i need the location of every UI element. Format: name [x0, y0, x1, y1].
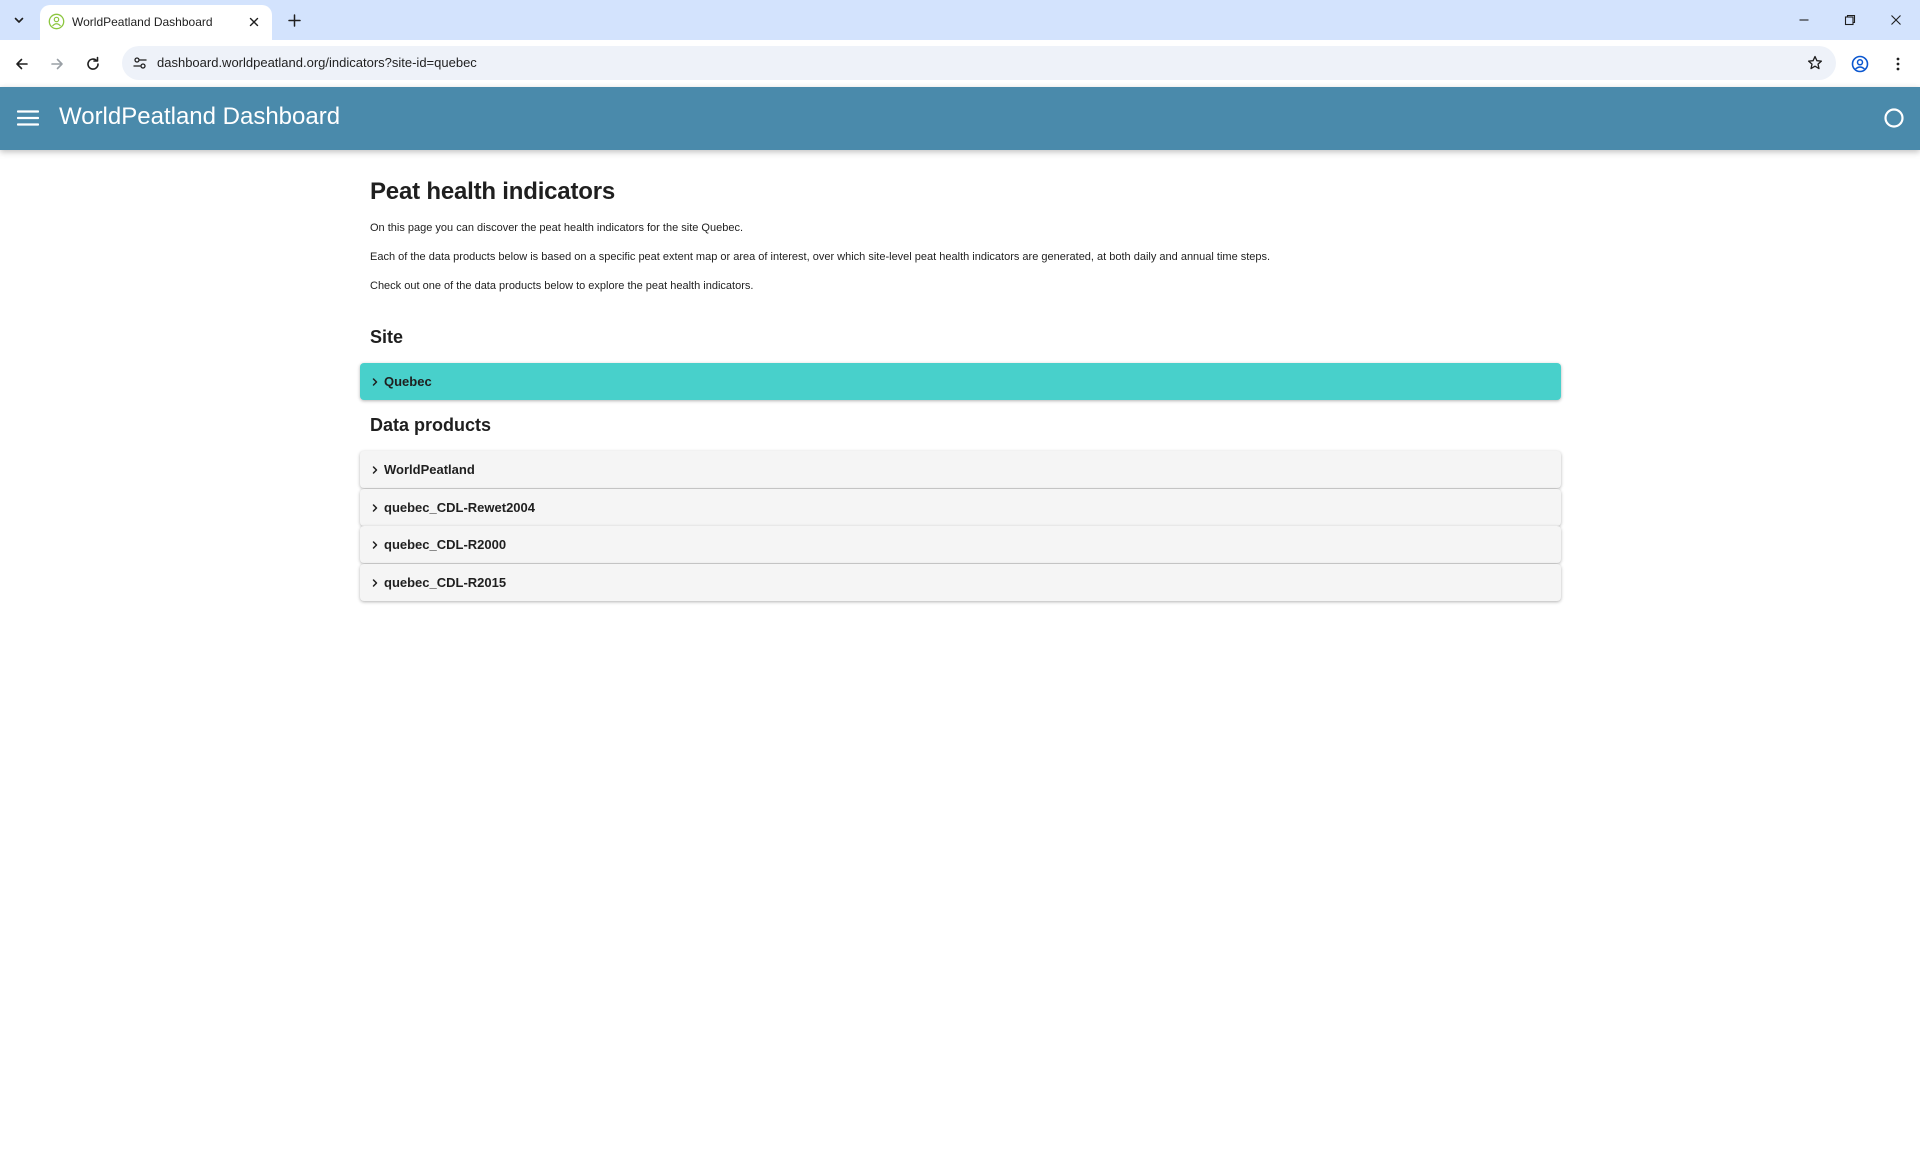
instruction-paragraph: Check out one of the data products below…	[370, 280, 754, 292]
back-button[interactable]	[8, 50, 36, 78]
intro-paragraph: On this page you can discover the peat h…	[370, 222, 744, 234]
app-header: WorldPeatland Dashboard	[0, 87, 1920, 150]
bookmark-button[interactable]	[1804, 52, 1826, 74]
chevron-right-icon	[368, 377, 382, 387]
profile-icon	[1851, 55, 1869, 73]
product-accordion-label: quebec_CDL-Rewet2004	[384, 500, 535, 515]
chevron-right-icon	[368, 465, 382, 475]
minimize-icon	[1799, 19, 1809, 21]
circle-icon	[1884, 108, 1904, 128]
data-products-heading: Data products	[370, 415, 492, 435]
browser-tabstrip: WorldPeatland Dashboard	[0, 0, 1920, 40]
forward-button[interactable]	[43, 50, 71, 78]
url-text: dashboard.worldpeatland.org/indicators?s…	[157, 55, 477, 70]
browser-toolbar: dashboard.worldpeatland.org/indicators?s…	[0, 40, 1920, 87]
close-window-button[interactable]	[1879, 6, 1913, 34]
product-accordion-label: quebec_CDL-R2000	[384, 537, 507, 552]
minimize-button[interactable]	[1787, 6, 1821, 34]
reload-icon	[87, 56, 99, 70]
reload-button[interactable]	[79, 50, 107, 78]
product-accordion-cdl-r2015[interactable]: quebec_CDL-R2015	[360, 564, 1561, 601]
product-accordion-label: quebec_CDL-R2015	[384, 575, 507, 590]
tab-title: WorldPeatland Dashboard	[72, 15, 213, 29]
site-accordion-label: Quebec	[384, 374, 432, 389]
site-heading: Site	[370, 327, 404, 347]
chevron-down-icon	[14, 17, 24, 23]
close-window-icon	[1891, 15, 1901, 25]
restore-button[interactable]	[1833, 6, 1867, 34]
chevron-right-icon	[368, 578, 382, 588]
description-paragraph: Each of the data products below is based…	[370, 251, 1271, 263]
close-icon	[249, 17, 259, 27]
star-icon	[1807, 55, 1823, 70]
tab-close-button[interactable]	[244, 12, 264, 32]
plus-icon	[287, 13, 301, 27]
chevron-right-icon	[368, 503, 382, 513]
browser-menu-button[interactable]	[1884, 50, 1912, 78]
profile-button[interactable]	[1846, 50, 1874, 78]
worldpeatland-favicon-icon	[48, 13, 65, 30]
product-accordion-label: WorldPeatland	[384, 462, 475, 477]
address-bar[interactable]: dashboard.worldpeatland.org/indicators?s…	[122, 46, 1836, 80]
product-accordion-cdl-rewet2004[interactable]: quebec_CDL-Rewet2004	[360, 489, 1561, 526]
site-accordion-quebec[interactable]: Quebec	[360, 363, 1561, 400]
chevron-right-icon	[368, 540, 382, 550]
hamburger-icon	[17, 110, 39, 126]
product-accordion-worldpeatland[interactable]: WorldPeatland	[360, 451, 1561, 488]
restore-icon	[1844, 14, 1856, 26]
product-accordion-cdl-r2000[interactable]: quebec_CDL-R2000	[360, 526, 1561, 563]
status-button[interactable]	[1883, 107, 1905, 129]
nav-menu-button[interactable]	[15, 105, 41, 131]
app-title: WorldPeatland Dashboard	[59, 103, 341, 130]
tab-search-button[interactable]	[6, 8, 32, 32]
site-info-button[interactable]	[130, 53, 150, 73]
kebab-menu-icon	[1896, 57, 1900, 71]
arrow-left-icon	[16, 58, 28, 70]
arrow-right-icon	[51, 58, 63, 70]
page-title: Peat health indicators	[370, 178, 615, 205]
tune-icon	[133, 57, 147, 69]
browser-tab-active[interactable]: WorldPeatland Dashboard	[40, 5, 272, 40]
new-tab-button[interactable]	[281, 8, 307, 32]
